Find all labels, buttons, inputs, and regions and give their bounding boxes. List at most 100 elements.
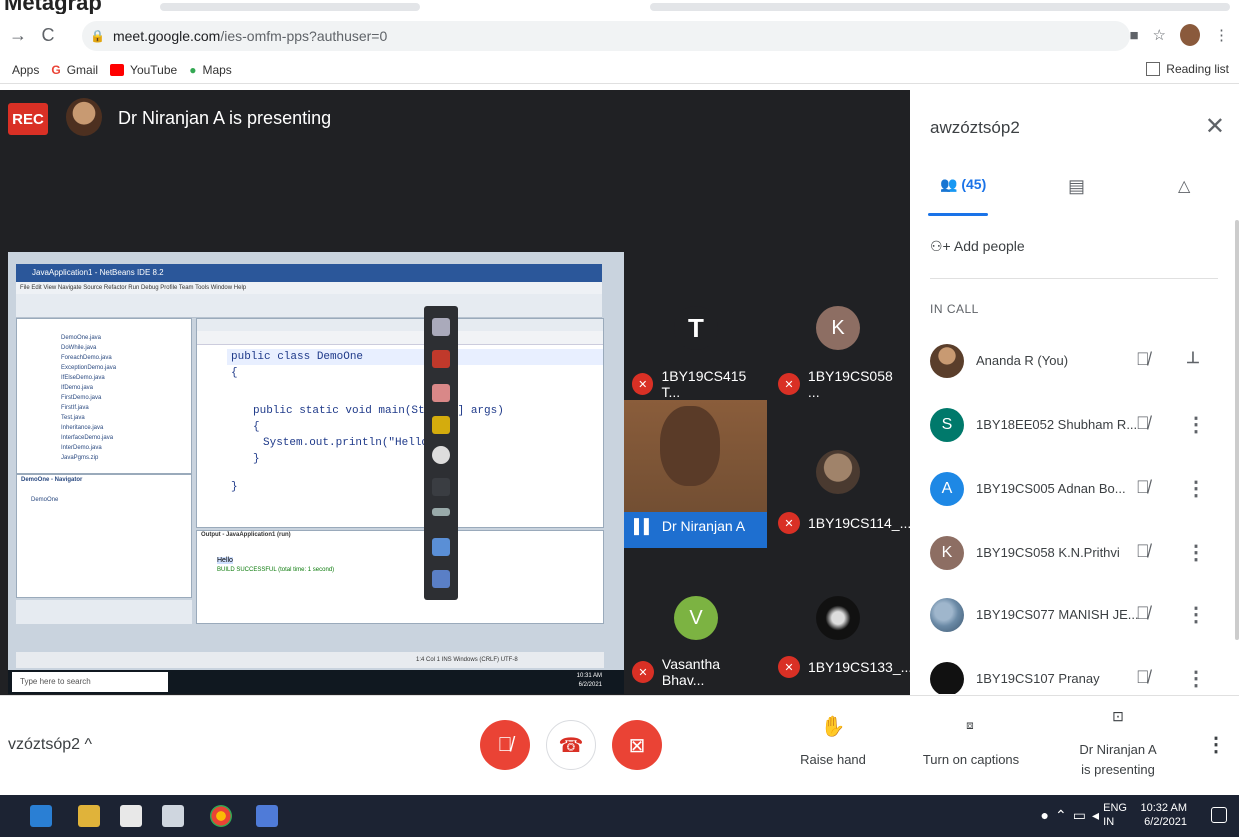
mic-off-icon: 🎙̸ <box>497 733 513 756</box>
line-tool-icon[interactable] <box>432 478 450 496</box>
bookmark-apps[interactable]: Apps <box>12 63 39 77</box>
settings-tool-icon[interactable] <box>432 570 450 588</box>
reload-icon[interactable]: C <box>36 23 60 47</box>
navigator-item: DemoOne <box>31 497 59 503</box>
pen-tool-icon[interactable] <box>432 318 450 336</box>
url-field[interactable]: 🔒 meet.google.com/ies-omfm-pps?authuser=… <box>82 21 1130 51</box>
file-explorer-icon[interactable] <box>78 805 100 827</box>
volume-icon[interactable]: ◂ <box>1092 807 1099 824</box>
video-tile[interactable]: ▌▌ Dr Niranjan A <box>624 400 767 548</box>
leave-call-button[interactable]: ☎ <box>546 720 596 770</box>
maps-pin-icon: ● <box>189 62 197 77</box>
battery-icon[interactable]: ▭ <box>1073 807 1086 824</box>
mail-icon[interactable] <box>162 805 184 827</box>
captions-icon[interactable]: ⧈ <box>940 718 1000 733</box>
screen-capture-icon[interactable] <box>432 538 450 556</box>
tray-icon[interactable]: ⌃ <box>1055 807 1067 824</box>
more-options-icon[interactable]: ⋮ <box>1206 732 1226 757</box>
panel-scrollbar[interactable] <box>1235 220 1239 640</box>
more-options-icon[interactable]: ⋮ <box>1186 540 1206 565</box>
forward-icon[interactable]: → <box>6 23 30 47</box>
mic-off-icon: ✕ <box>632 373 654 395</box>
app-icon[interactable] <box>256 805 278 827</box>
meeting-details-button[interactable]: vzóztsóp2 ^ <box>8 736 92 754</box>
tree-item: DemoOne.java <box>61 335 102 341</box>
close-icon[interactable]: ✕ <box>1205 112 1225 141</box>
person-name: 1BY19CS005 Adnan Bo... <box>976 481 1126 496</box>
more-options-icon[interactable]: ⋮ <box>1186 476 1206 501</box>
present-button[interactable]: Dr Niranjan Ais presenting <box>1066 740 1170 780</box>
tab-chat[interactable]: ▤ <box>1068 176 1085 197</box>
list-item[interactable]: 1BY19CS107 Pranay 🎙̸ ⋮ <box>910 654 1239 694</box>
meeting-controls: vzóztsóp2 ^ 🎙̸ ☎ ⊠ ✋ Raise hand ⧈ Turn o… <box>0 695 1239 795</box>
mic-off-icon: ✕ <box>632 661 654 683</box>
tab-people[interactable]: 👥 (45) <box>940 176 986 193</box>
panel-tabs: 👥 (45) ▤ △ <box>910 170 1239 216</box>
more-options-icon[interactable]: ⋮ <box>1186 602 1206 627</box>
network-icon[interactable]: ● <box>1041 807 1049 824</box>
language-indicator[interactable]: ENG IN <box>1103 801 1127 829</box>
camera-icon[interactable]: ■ <box>1129 27 1138 44</box>
tree-item: DoWhile.java <box>61 345 97 351</box>
shared-taskbar: Type here to search 10:31 AM 6/2/2021 <box>8 670 624 694</box>
bookmark-youtube[interactable]: YouTube <box>110 63 177 77</box>
bookmark-maps[interactable]: ● Maps <box>189 63 232 77</box>
bookmark-gmail[interactable]: G Gmail <box>51 63 98 77</box>
pin-icon[interactable]: ⊥ <box>1186 348 1200 368</box>
ruler-icon[interactable] <box>432 508 450 516</box>
shared-taskbar-search: Type here to search <box>12 672 168 692</box>
list-item[interactable]: A 1BY19CS005 Adnan Bo... 🎙̸ ⋮ <box>910 464 1239 516</box>
red-pen-icon[interactable] <box>432 350 450 368</box>
browser-tab[interactable] <box>650 3 1230 11</box>
taskbar-clock[interactable]: 10:32 AM 6/2/2021 <box>1141 801 1187 829</box>
participant-tile[interactable]: K ✕ 1BY19CS058 ... <box>766 258 908 400</box>
more-options-icon[interactable]: ⋮ <box>1186 666 1206 691</box>
hand-icon[interactable]: ✋ <box>798 714 868 739</box>
navigator-title: DemoOne - Navigator <box>21 477 83 483</box>
pointer-icon[interactable] <box>432 446 450 464</box>
projects-panel: DemoOne.java DoWhile.java ForeachDemo.ja… <box>16 318 192 474</box>
hang-up-icon: ☎ <box>558 734 584 757</box>
profile-avatar[interactable] <box>1180 24 1200 46</box>
avatar: K <box>930 536 964 570</box>
editor-tabs <box>197 319 603 331</box>
list-item[interactable]: Ananda R (You) 🎙̸ ⊥ <box>910 336 1239 388</box>
tree-item: ForeachDemo.java <box>61 355 112 361</box>
edge-icon[interactable] <box>30 805 52 827</box>
notification-icon[interactable] <box>1211 807 1227 823</box>
captions-button[interactable]: Turn on captions <box>916 752 1026 767</box>
shared-screen: JavaApplication1 - NetBeans IDE 8.2 File… <box>8 252 624 694</box>
more-options-icon[interactable]: ⋮ <box>1186 412 1206 437</box>
navigator-panel: DemoOne - Navigator DemoOne <box>16 474 192 598</box>
star-icon[interactable]: ☆ <box>1153 26 1166 44</box>
participant-tile[interactable]: ✕ 1BY19CS114_... <box>766 400 911 542</box>
camera-toggle-button[interactable]: ⊠ <box>612 720 662 770</box>
store-icon[interactable] <box>120 805 142 827</box>
ide-bottom-toolbar <box>16 600 192 624</box>
participant-tile[interactable]: V ✕ Vasantha Bhav... <box>624 550 766 692</box>
cropped-tab-strip: Metagrap <box>0 0 1239 15</box>
panel-meeting-code: awzóztsóp2 <box>930 118 1020 137</box>
raise-hand-button[interactable]: Raise hand <box>790 752 876 767</box>
add-people-button[interactable]: ⚇+ Add people <box>930 238 1025 255</box>
list-item[interactable]: 1BY19CS077 MANISH JE... 🎙̸ ⋮ <box>910 590 1239 642</box>
participant-tile[interactable]: T ✕ 1BY19CS415 T... <box>624 258 766 400</box>
browser-tab[interactable] <box>160 3 420 11</box>
list-item[interactable]: S 1BY18EE052 Shubham R... 🎙̸ ⋮ <box>910 400 1239 452</box>
person-name: 1BY19CS077 MANISH JE... <box>976 607 1139 622</box>
code-line: { <box>231 367 238 379</box>
mic-toggle-button[interactable]: 🎙̸ <box>480 720 530 770</box>
present-icon[interactable]: ⊡ <box>1088 708 1148 725</box>
participant-tile[interactable]: ✕ 1BY19CS133_... <box>766 550 912 692</box>
eraser-icon[interactable] <box>432 384 450 402</box>
output-title: Output - JavaApplication1 (run) <box>201 532 291 538</box>
chrome-icon[interactable] <box>210 805 232 827</box>
reading-list[interactable]: Reading list <box>1146 62 1229 76</box>
browser-menu-icon[interactable]: ⋮ <box>1214 26 1229 44</box>
list-item[interactable]: K 1BY19CS058 K.N.Prithvi 🎙̸ ⋮ <box>910 528 1239 580</box>
highlighter-icon[interactable] <box>432 416 450 434</box>
participant-name: Vasantha Bhav... <box>661 656 721 688</box>
windows-taskbar: ● ⌃ ▭ ◂ ENG IN 10:32 AM 6/2/2021 <box>0 795 1239 837</box>
mic-off-icon: 🎙̸ <box>1136 477 1150 497</box>
tab-activities[interactable]: △ <box>1178 176 1190 196</box>
